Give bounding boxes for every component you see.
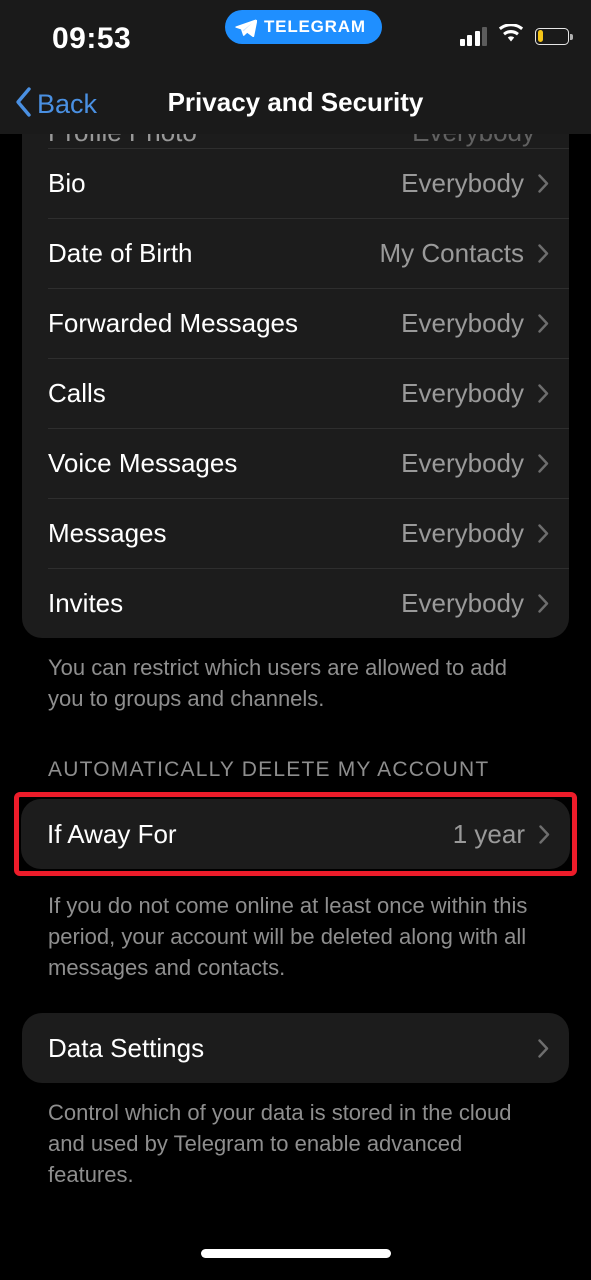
status-time: 09:53 <box>52 22 132 55</box>
list-item-value: Everybody <box>401 167 524 198</box>
chevron-right-icon <box>538 523 549 543</box>
list-item-forwarded-messages[interactable]: Forwarded Messages Everybody <box>22 288 569 358</box>
list-item-profile-photo[interactable]: Profile Photo Everybody <box>22 134 569 148</box>
highlight-box: If Away For 1 year <box>14 792 577 876</box>
list-item-date-of-birth[interactable]: Date of Birth My Contacts <box>22 218 569 288</box>
list-item-invites[interactable]: Invites Everybody <box>22 568 569 638</box>
paper-plane-icon <box>235 18 257 37</box>
telegram-app-badge[interactable]: TELEGRAM <box>225 10 382 44</box>
chevron-right-icon <box>538 453 549 473</box>
phone-screen: 09:53 TELEGRAM Back Privacy and Security… <box>0 0 591 1280</box>
list-item-label: If Away For <box>47 818 177 849</box>
list-item-label: Profile Photo <box>48 134 412 148</box>
chevron-right-icon <box>539 824 550 844</box>
list-item-label: Voice Messages <box>48 447 238 478</box>
list-item-value: Everybody <box>401 517 524 548</box>
list-item-voice-messages[interactable]: Voice Messages Everybody <box>22 428 569 498</box>
list-item-if-away-for[interactable]: If Away For 1 year <box>21 799 570 869</box>
list-item-label: Bio <box>48 167 86 198</box>
list-item-bio[interactable]: Bio Everybody <box>22 148 569 218</box>
list-item-value: 1 year <box>452 818 525 849</box>
list-item-value: Everybody <box>401 587 524 618</box>
page-title: Privacy and Security <box>167 87 424 117</box>
chevron-right-icon <box>538 593 549 613</box>
chevron-right-icon <box>538 1038 549 1058</box>
list-item-messages[interactable]: Messages Everybody <box>22 498 569 568</box>
privacy-settings-card: Profile Photo Everybody Bio Everybody Da… <box>22 134 569 638</box>
chevron-right-icon <box>538 313 549 333</box>
chevron-right-icon <box>538 243 549 263</box>
settings-scroll-area[interactable]: Profile Photo Everybody Bio Everybody Da… <box>0 134 591 1190</box>
data-section-footer: Control which of your data is stored in … <box>48 1100 512 1187</box>
status-bar: 09:53 TELEGRAM <box>0 0 591 72</box>
signal-bars-icon <box>459 26 487 46</box>
list-item-label: Data Settings <box>48 1032 205 1063</box>
chevron-right-icon <box>538 173 549 193</box>
list-item-label: Invites <box>48 587 124 618</box>
nav-bar: Back Privacy and Security <box>0 72 591 134</box>
list-item-label: Forwarded Messages <box>48 307 298 338</box>
wifi-icon <box>498 23 524 48</box>
auto-delete-section-header: AUTOMATICALLY DELETE MY ACCOUNT <box>48 758 490 781</box>
status-indicators <box>459 23 573 48</box>
chevron-right-icon <box>538 383 549 403</box>
list-item-value: My Contacts <box>379 237 525 268</box>
auto-delete-section-footer: If you do not come online at least once … <box>48 893 528 980</box>
list-item-label: Date of Birth <box>48 237 193 268</box>
list-item-label: Messages <box>48 517 167 548</box>
home-indicator[interactable] <box>200 1249 391 1258</box>
list-item-data-settings[interactable]: Data Settings <box>22 1013 569 1083</box>
data-settings-card: Data Settings <box>22 1013 569 1083</box>
battery-low-icon <box>535 27 573 45</box>
list-item-value: Everybody <box>401 307 524 338</box>
auto-delete-card: If Away For 1 year <box>21 799 570 869</box>
list-item-calls[interactable]: Calls Everybody <box>22 358 569 428</box>
list-item-value: Everybody <box>401 377 524 408</box>
privacy-section-footer: You can restrict which users are allowed… <box>48 655 507 711</box>
list-item-value: Everybody <box>412 134 535 148</box>
list-item-value: Everybody <box>401 447 524 478</box>
telegram-app-badge-label: TELEGRAM <box>264 17 366 36</box>
list-item-label: Calls <box>48 377 106 408</box>
